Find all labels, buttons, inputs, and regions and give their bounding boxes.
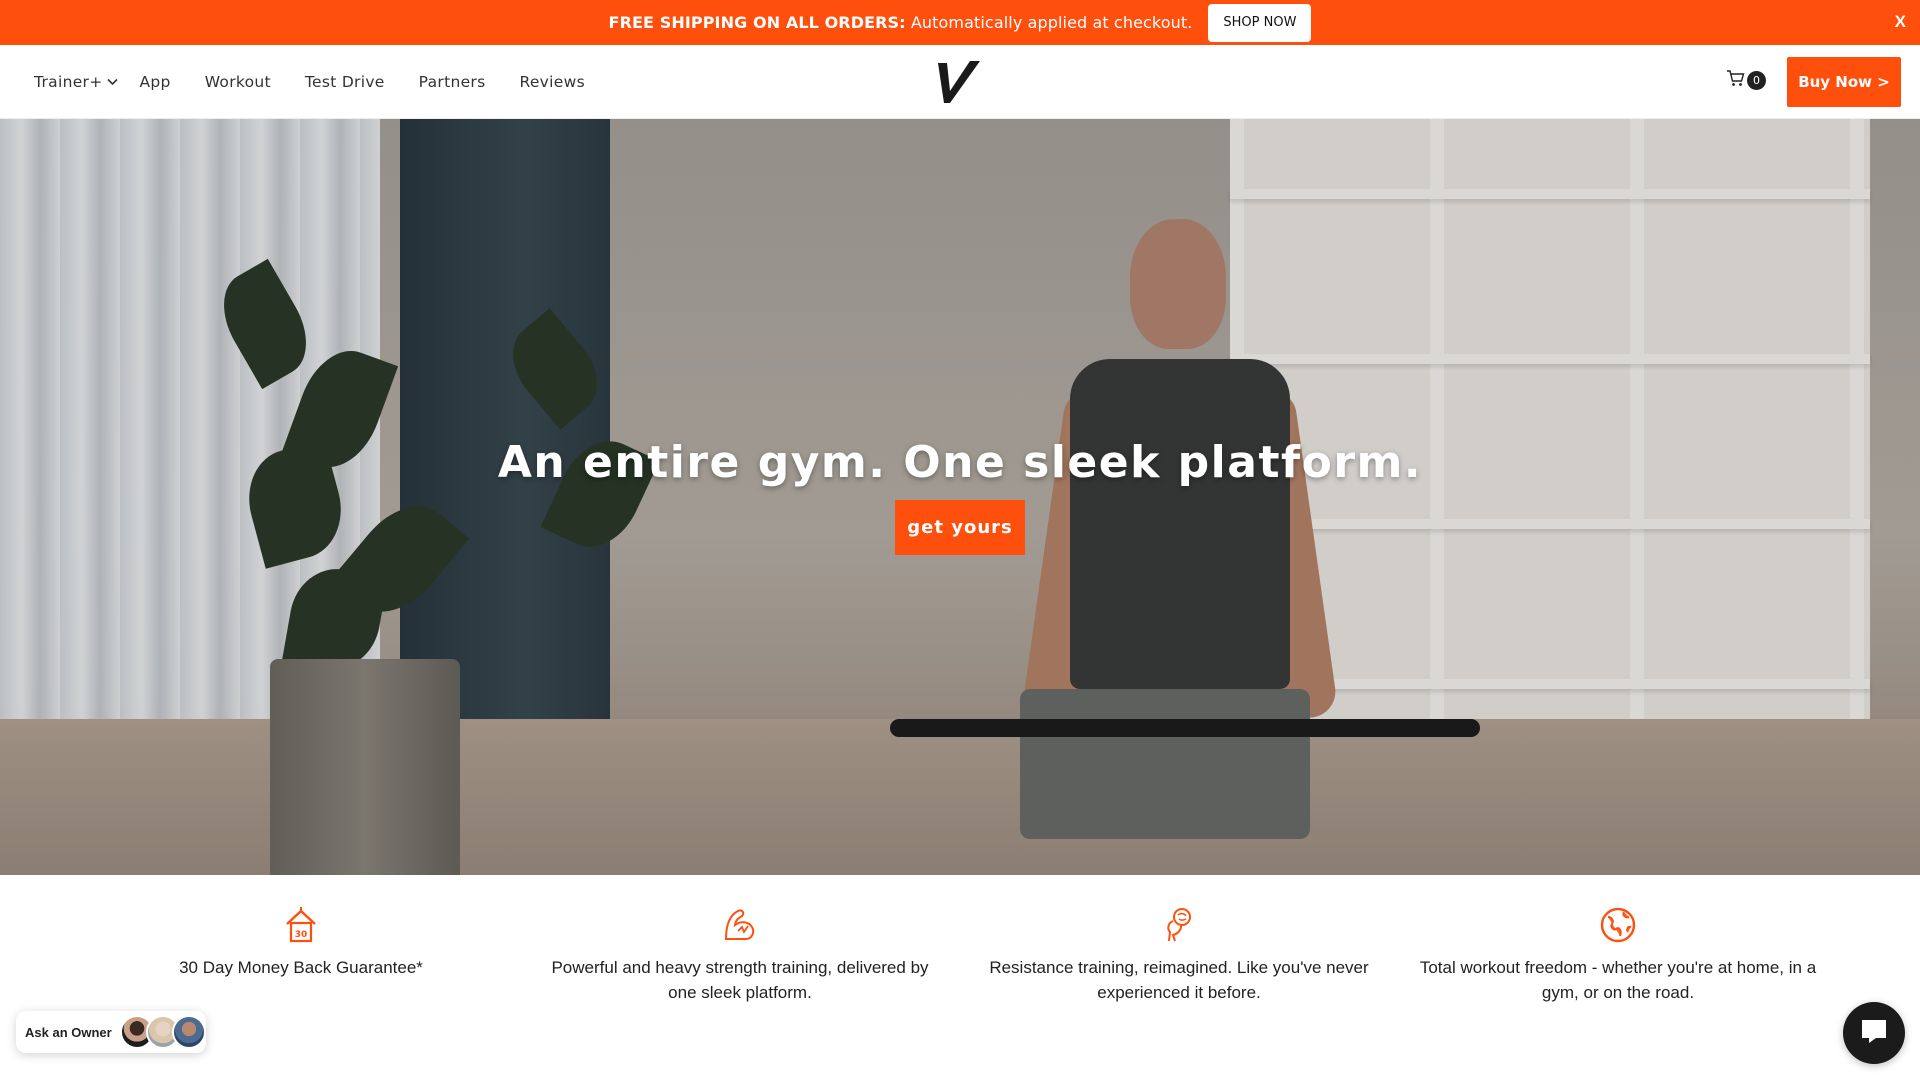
- flexed-arm-icon: [720, 905, 760, 945]
- nav-item-label: App: [139, 73, 171, 91]
- brand-logo[interactable]: [936, 57, 982, 107]
- nav-item-label: Trainer+: [34, 73, 103, 91]
- cart-icon: [1726, 69, 1745, 91]
- svg-text:30: 30: [295, 930, 308, 940]
- nav-item-label: Workout: [204, 73, 271, 91]
- house-30-icon: 30: [281, 905, 321, 945]
- hero-title: An entire gym. One sleek platform.: [497, 437, 1423, 488]
- nav-item-label: Reviews: [519, 73, 585, 91]
- get-yours-button[interactable]: get yours: [895, 500, 1025, 555]
- feature-text: Resistance training, reimagined. Like yo…: [989, 958, 1369, 1002]
- nav-item-label: Test Drive: [304, 73, 385, 91]
- features-row: 30 30 Day Money Back Guarantee* Powerful…: [0, 875, 1920, 1080]
- hero-section: An entire gym. One sleek platform. get y…: [0, 119, 1920, 875]
- feature-text: Powerful and heavy strength training, de…: [551, 958, 929, 1002]
- globe-icon: [1598, 905, 1638, 945]
- ask-an-owner-widget[interactable]: Ask an Owner: [16, 1011, 206, 1053]
- chat-bubble-icon: [1859, 1016, 1889, 1050]
- promo-detail-text: Automatically applied at checkout.: [905, 13, 1193, 32]
- nav-item-workout[interactable]: Workout: [205, 73, 271, 91]
- nav-item-test-drive[interactable]: Test Drive: [305, 73, 385, 91]
- feature-text: 30 Day Money Back Guarantee*: [179, 958, 423, 977]
- feature-item: Resistance training, reimagined. Like yo…: [979, 905, 1379, 1005]
- head-brain-icon: [1159, 905, 1199, 945]
- promo-text: FREE SHIPPING ON ALL ORDERS: Automatical…: [609, 13, 1193, 32]
- nav-item-label: Partners: [418, 73, 486, 91]
- cart-count-badge: 0: [1747, 70, 1766, 90]
- buy-now-button[interactable]: Buy Now >: [1787, 57, 1901, 107]
- feature-item: Total workout freedom - whether you're a…: [1418, 905, 1818, 1005]
- close-promo-icon[interactable]: X: [1895, 12, 1906, 32]
- chat-button[interactable]: [1843, 1002, 1905, 1064]
- promo-bold-text: FREE SHIPPING ON ALL ORDERS:: [608, 13, 906, 32]
- shop-now-button[interactable]: SHOP NOW: [1208, 3, 1312, 42]
- chevron-down-icon: [106, 78, 118, 86]
- ask-an-owner-label: Ask an Owner: [25, 1024, 112, 1040]
- nav-item-trainer[interactable]: Trainer+: [34, 73, 118, 91]
- avatar: [171, 1015, 206, 1049]
- main-nav: Trainer+ App Workout Test Drive Partners…: [34, 45, 619, 119]
- site-header: Trainer+ App Workout Test Drive Partners…: [0, 45, 1920, 119]
- nav-item-partners[interactable]: Partners: [419, 73, 486, 91]
- nav-item-reviews[interactable]: Reviews: [519, 73, 584, 91]
- feature-item: Powerful and heavy strength training, de…: [540, 905, 940, 1005]
- promo-banner: FREE SHIPPING ON ALL ORDERS: Automatical…: [0, 0, 1920, 45]
- owner-avatars: [119, 1015, 206, 1049]
- feature-text: Total workout freedom - whether you're a…: [1419, 958, 1817, 1002]
- feature-item: 30 30 Day Money Back Guarantee*: [101, 905, 501, 980]
- cart-button[interactable]: 0: [1726, 69, 1766, 91]
- nav-item-app[interactable]: App: [140, 73, 171, 91]
